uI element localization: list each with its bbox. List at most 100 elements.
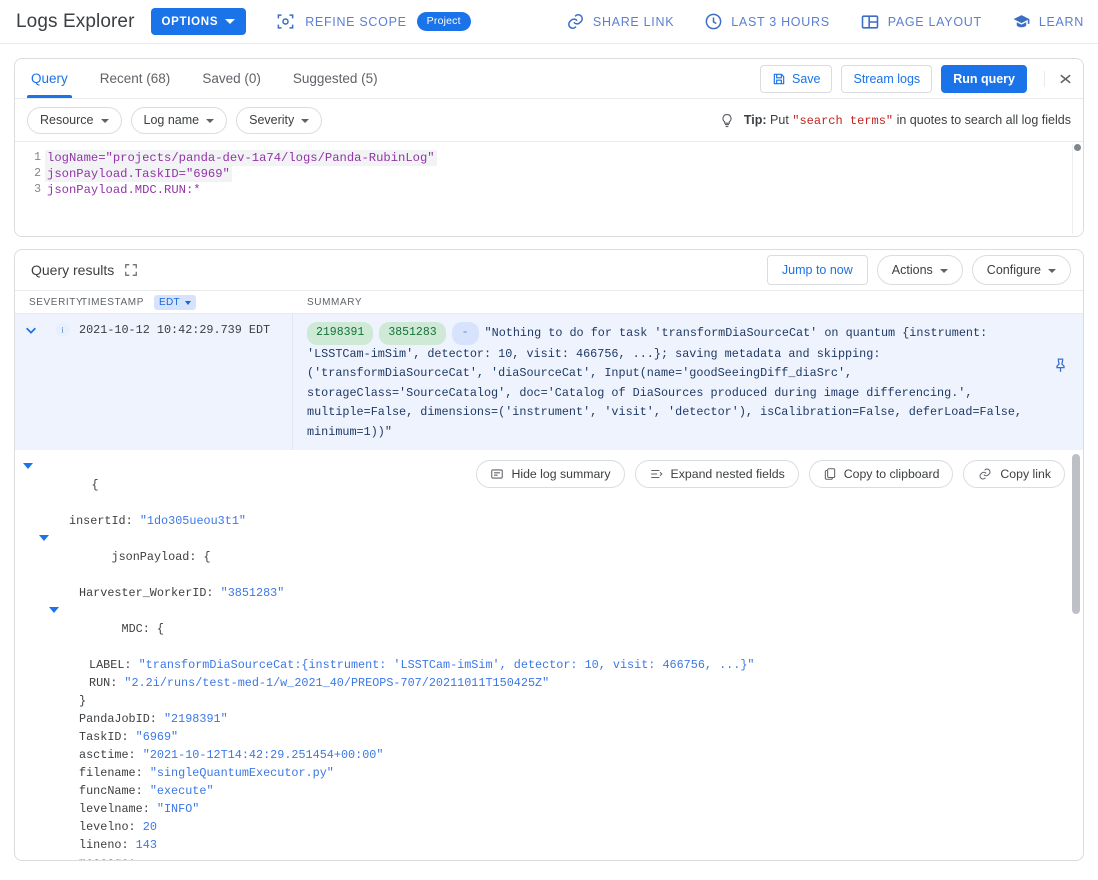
collapse-panel-button[interactable] [1044,70,1073,87]
json-key: RUN: [89,676,118,690]
options-button-label: OPTIONS [161,15,219,28]
refine-scope-group[interactable]: REFINE SCOPE Project [276,12,471,31]
options-button[interactable]: OPTIONS [150,8,247,35]
query-editor[interactable]: 1 logName="projects/panda-dev-1a74/logs/… [15,141,1083,236]
tab-recent[interactable]: Recent (68) [84,59,187,98]
filter-resource[interactable]: Resource [27,106,122,134]
json-field-funcname: funcName: "execute" [15,782,1083,800]
chevron-down-icon [1048,269,1056,273]
expand-nested-fields-label: Expand nested fields [670,467,785,481]
pin-icon[interactable] [1052,356,1069,383]
json-key: asctime: [79,748,136,762]
tab-saved[interactable]: Saved (0) [186,59,277,98]
filter-severity[interactable]: Severity [236,106,323,134]
time-range-button[interactable]: LAST 3 HOURS [704,12,829,31]
json-value: "INFO" [156,802,200,816]
learn-label: LEARN [1038,14,1084,29]
hide-log-summary-button[interactable]: Hide log summary [476,460,625,488]
link-icon [566,12,585,31]
jump-to-now-button[interactable]: Jump to now [766,255,868,285]
query-code-text[interactable]: jsonPayload.TaskID="6969" [45,166,232,182]
json-field-levelno: levelno: 20 [15,818,1083,836]
expand-nested-fields-button[interactable]: Expand nested fields [634,460,799,488]
query-code-text[interactable]: jsonPayload.MDC.RUN:* [45,182,203,198]
badge-placeholder: - [451,322,479,345]
project-chip[interactable]: Project [416,12,471,31]
chevron-down-icon [184,301,191,305]
filter-log-name[interactable]: Log name [130,106,228,134]
query-filter-row: Resource Log name Severity Tip: Put "sea… [15,99,1083,141]
chevron-down-icon [301,119,310,123]
json-value: "2198391" [163,712,228,726]
app-header: Logs Explorer OPTIONS REFINE SCOPE Proje… [0,0,1098,44]
json-field-jsonpayload: jsonPayload: { [15,530,1083,584]
json-field-insertid: insertId: "1do305ueou3t1" [15,512,1083,530]
json-value: 143 [135,838,157,852]
json-value: "2.2i/runs/test-med-1/w_2021_40/PREOPS-7… [124,676,550,690]
save-disk-icon [772,72,786,86]
json-key: jsonPayload: { [111,550,211,564]
tab-query[interactable]: Query [15,59,84,98]
json-field-run: RUN: "2.2i/runs/test-med-1/w_2021_40/PRE… [15,674,1083,692]
actions-button[interactable]: Actions [876,255,963,285]
json-key: message: [79,856,136,860]
header-actions: SHARE LINK LAST 3 HOURS PAGE LAYOUT LEAR… [566,12,1084,32]
page-layout-button[interactable]: PAGE LAYOUT [860,12,982,32]
code-line: 2 jsonPayload.TaskID="6969" [15,166,1083,182]
stream-logs-button[interactable]: Stream logs [841,64,933,93]
json-value: "2021-10-12T14:42:29.251454+00:00" [142,748,384,762]
json-field-label: LABEL: "transformDiaSourceCat:{instrumen… [15,656,1083,674]
chevron-down-icon [225,19,236,24]
json-key: funcName: [79,784,143,798]
json-key: TaskID: [79,730,129,744]
severity-badge: i [47,314,77,450]
share-link-button[interactable]: SHARE LINK [566,12,674,31]
time-range-label: LAST 3 HOURS [731,14,830,29]
row-timestamp: 2021-10-12 10:42:29.739 EDT [77,314,293,450]
collapse-triangle-icon[interactable] [23,463,33,469]
configure-button[interactable]: Configure [971,255,1071,285]
log-detail-actions: Hide log summary Expand nested fields Co… [476,460,1065,488]
line-number: 1 [34,151,41,164]
summary-lines-icon [490,467,504,481]
json-value: "transformDiaSourceCat:{instrument: 'LSS… [138,658,755,672]
column-header-summary: SUMMARY [307,296,363,308]
code-line: 3 jsonPayload.MDC.RUN:* [15,182,1083,198]
detail-scrollbar[interactable] [1072,454,1080,614]
run-query-button[interactable]: Run query [941,64,1027,93]
tip-after: in quotes to search all log fields [893,112,1071,127]
learn-button[interactable]: LEARN [1012,12,1084,31]
copy-to-clipboard-button[interactable]: Copy to clipboard [808,460,954,488]
json-field-lineno: lineno: 143 [15,836,1083,854]
copy-icon [823,467,837,481]
run-query-label: Run query [953,71,1015,86]
row-expand-toggle[interactable] [15,314,47,450]
filter-severity-label: Severity [249,113,295,127]
results-table-header: SEVERITY TIMESTAMP EDT SUMMARY [15,290,1083,314]
chevron-down-icon [100,119,109,123]
json-field-filename: filename: "singleQuantumExecutor.py" [15,764,1083,782]
timezone-selector[interactable]: EDT [154,294,196,310]
json-value: 20 [142,820,157,834]
table-row[interactable]: i 2021-10-12 10:42:29.739 EDT 2198391 385… [15,314,1083,450]
results-title: Query results [31,262,115,278]
copy-link-button[interactable]: Copy link [963,460,1065,488]
configure-label: Configure [986,263,1041,277]
save-button-label: Save [791,71,821,86]
editor-scrollbar[interactable] [1072,144,1081,234]
tab-suggested[interactable]: Suggested (5) [277,59,394,98]
results-header: Query results Jump to now Actions Config… [15,250,1083,290]
collapse-triangle-icon[interactable] [49,607,59,613]
timezone-label: EDT [159,296,180,308]
row-summary: 2198391 3851283- "Nothing to do for task '… [293,314,1083,450]
filter-log-name-label: Log name [143,113,200,127]
chevron-down-icon [939,269,948,273]
save-button[interactable]: Save [759,64,833,93]
fullscreen-icon[interactable] [124,263,138,277]
collapse-triangle-icon[interactable] [39,535,49,541]
json-key: LABEL: [89,658,132,672]
json-key: levelname: [79,802,150,816]
json-value: "3851283" [220,586,285,600]
query-code-text[interactable]: logName="projects/panda-dev-1a74/logs/Pa… [45,150,437,166]
graduation-cap-icon [1012,12,1031,31]
